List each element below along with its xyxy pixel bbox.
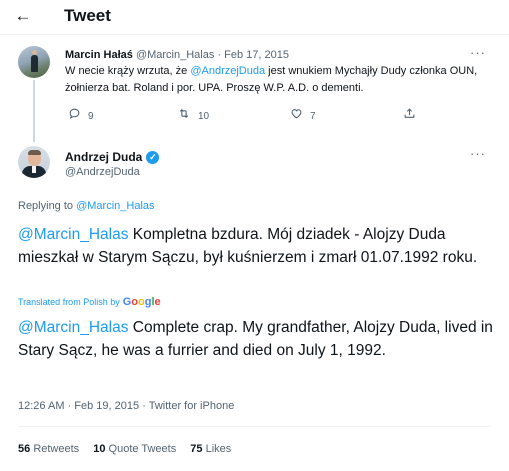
separator-dot: · [217,49,222,61]
original-tweet-text: W necie krąży wrzuta, że @AndrzejDuda je… [65,63,495,97]
mention-link[interactable]: @AndrzejDuda [190,65,265,77]
original-tweet-header: Marcin Hałaś @Marcin_Halas · Feb 17, 201… [65,48,289,62]
share-button[interactable] [400,106,418,126]
main-author-name-row: Andrzej Duda ✓ [65,150,160,164]
author-handle[interactable]: @Marcin_Halas [136,49,214,61]
separator-dot: · [142,400,146,412]
retweet-count: 10 [198,110,210,122]
mention-link[interactable]: @Marcin_Halas [18,226,129,243]
avatar-head [28,150,41,166]
engagement-stats: 56 Retweets 10 Quote Tweets 75 Likes [18,442,242,456]
mention-link[interactable]: @Marcin_Halas [18,319,129,336]
quotes-label: Quote Tweets [108,443,177,455]
likes-stat[interactable]: 75 Likes [190,443,231,455]
tweet-text-part: W necie krąży wrzuta, że [65,65,191,77]
more-icon[interactable]: ··· [470,147,486,161]
author-name[interactable]: Marcin Hałaś [65,49,133,61]
tweet-date[interactable]: Feb 17, 2015 [224,49,289,61]
reply-button[interactable]: 9 [65,106,94,126]
translation-note[interactable]: Translated from Polish by Google [18,296,161,308]
top-bar: ← Tweet [0,0,509,35]
retweet-button[interactable]: 10 [175,106,209,126]
reply-count: 9 [88,110,94,122]
tweet-time[interactable]: 12:26 AM [18,400,64,412]
quotes-count: 10 [93,443,106,455]
avatar-figure [31,50,38,72]
translated-tweet-text: @Marcin_Halas Complete crap. My grandfat… [18,316,500,362]
likes-count: 75 [190,443,203,455]
replying-prefix: Replying to [18,200,77,212]
google-logo: Google [122,296,161,308]
more-icon[interactable]: ··· [470,46,486,60]
reply-icon [65,106,83,126]
tweet-meta: 12:26 AM · Feb 19, 2015 · Twitter for iP… [18,399,234,413]
main-tweet-text: @Marcin_Halas Kompletna bzdura. Mój dzia… [18,223,500,269]
author-name[interactable]: Andrzej Duda [65,150,142,164]
retweets-count: 56 [18,443,31,455]
tweet-source[interactable]: Twitter for iPhone [149,400,235,412]
thread-connector-line [33,80,35,142]
page-title: Tweet [64,6,111,25]
avatar[interactable] [18,46,50,78]
retweet-icon [175,106,193,126]
author-handle[interactable]: @AndrzejDuda [65,165,140,179]
avatar-suit [22,166,46,178]
like-count: 7 [310,110,316,122]
quote-tweets-stat[interactable]: 10 Quote Tweets [93,443,176,455]
arrow-left-icon[interactable]: ← [13,6,33,26]
retweets-stat[interactable]: 56 Retweets [18,443,79,455]
avatar[interactable] [18,146,50,178]
verified-badge-icon: ✓ [146,150,160,164]
tweet-date[interactable]: Feb 19, 2015 [74,400,139,412]
replying-to-link[interactable]: @Marcin_Halas [76,200,154,212]
retweets-label: Retweets [33,443,80,455]
likes-label: Likes [205,443,232,455]
tweet-actions: 9 10 7 [65,106,485,126]
share-icon [400,106,418,126]
like-button[interactable]: 7 [287,106,316,126]
heart-icon [287,106,305,126]
separator-dot: · [67,400,72,412]
replying-to: Replying to @Marcin_Halas [18,199,155,213]
translated-label: Translated from Polish by [18,297,120,307]
divider [18,426,491,427]
